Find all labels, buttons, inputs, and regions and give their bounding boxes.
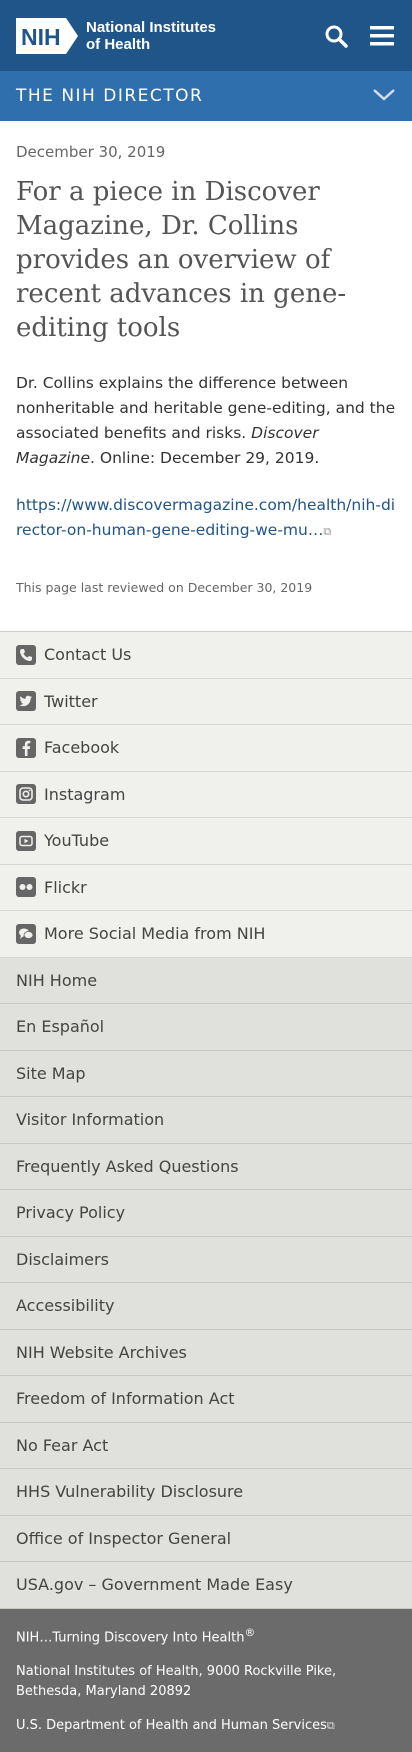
social-item-label: Twitter — [44, 691, 98, 711]
footer-link-no-fear[interactable]: No Fear Act — [0, 1423, 412, 1469]
footer-link-hhs-vulnerability[interactable]: HHS Vulnerability Disclosure — [0, 1469, 412, 1516]
footer-link-visitor-info[interactable]: Visitor Information — [0, 1097, 412, 1144]
instagram-icon — [16, 784, 36, 805]
phone-icon — [16, 644, 36, 665]
footer-links: NIH Home En Español Site Map Visitor Inf… — [0, 957, 412, 1609]
footer-tagline: NIH…Turning Discovery Into Health® — [16, 1623, 396, 1648]
footer-hhs-text: U.S. Department of Health and Human Serv… — [16, 1717, 327, 1733]
logo-wordmark: National Institutes of Health — [86, 19, 216, 53]
section-bar[interactable]: THE NIH DIRECTOR — [0, 71, 412, 121]
footer-link-site-map[interactable]: Site Map — [0, 1051, 412, 1097]
social-item-flickr[interactable]: Flickr — [0, 865, 412, 911]
logo-abbr: NIH — [21, 24, 61, 50]
header-actions — [322, 22, 396, 50]
chat-icon — [16, 923, 36, 944]
footer-tagline-text: NIH…Turning Discovery Into Health — [16, 1629, 245, 1645]
external-link-icon: ⧉ — [326, 1718, 335, 1732]
chevron-down-icon[interactable] — [372, 87, 396, 106]
logo-line-2: of Health — [86, 35, 151, 53]
social-item-instagram[interactable]: Instagram — [0, 772, 412, 818]
article: December 30, 2019 For a piece in Discove… — [0, 121, 412, 631]
social-item-contact[interactable]: Contact Us — [0, 632, 412, 679]
footer-link-usa-gov[interactable]: USA.gov – Government Made Easy — [0, 1562, 412, 1609]
social-item-youtube[interactable]: YouTube — [0, 818, 412, 865]
youtube-icon — [16, 830, 36, 851]
footer-hhs[interactable]: U.S. Department of Health and Human Serv… — [16, 1716, 396, 1736]
article-body: Dr. Collins explains the difference betw… — [16, 371, 396, 471]
search-icon[interactable] — [322, 22, 350, 50]
logo-line-1: National Institutes — [86, 18, 217, 36]
last-reviewed: This page last reviewed on December 30, … — [16, 580, 313, 595]
social-item-more-social[interactable]: More Social Media from NIH — [0, 911, 412, 958]
nih-logo-badge: NIH — [16, 17, 78, 54]
nih-logo[interactable]: NIH National Institutes of Health — [16, 17, 216, 54]
twitter-icon — [16, 691, 36, 712]
footer-link-foia[interactable]: Freedom of Information Act — [0, 1376, 412, 1423]
facebook-icon — [16, 737, 36, 758]
social-item-label: YouTube — [44, 831, 110, 851]
social-item-label: Instagram — [44, 784, 126, 804]
flickr-icon — [16, 877, 36, 898]
article-link-text: https://www.discovermagazine.com/health/… — [16, 496, 396, 539]
social-item-label: Facebook — [44, 738, 120, 758]
footer-link-disclaimers[interactable]: Disclaimers — [0, 1237, 412, 1283]
footer-link-nih-home[interactable]: NIH Home — [0, 958, 412, 1004]
social-item-label: More Social Media from NIH — [44, 924, 266, 944]
external-link-icon: ⧉ — [323, 525, 332, 538]
footer-link-archives[interactable]: NIH Website Archives — [0, 1330, 412, 1376]
footer-link-faq[interactable]: Frequently Asked Questions — [0, 1144, 412, 1190]
social-item-twitter[interactable]: Twitter — [0, 679, 412, 725]
article-headline: For a piece in Discover Magazine, Dr. Co… — [16, 177, 347, 343]
footer-address: National Institutes of Health, 9000 Rock… — [16, 1663, 337, 1699]
social-item-label: Flickr — [44, 877, 87, 897]
top-header: NIH National Institutes of Health — [0, 0, 412, 71]
body-text-2: . Online: December 29, 2019. — [90, 449, 320, 467]
social-links: Contact Us Twitter Facebook Instagram Yo… — [0, 631, 412, 958]
footer-link-espanol[interactable]: En Español — [0, 1004, 412, 1051]
article-date: December 30, 2019 — [16, 143, 166, 161]
site-footer: NIH…Turning Discovery Into Health® Natio… — [0, 1608, 412, 1752]
footer-link-privacy[interactable]: Privacy Policy — [0, 1190, 412, 1237]
registered-mark: ® — [244, 1625, 256, 1639]
footer-link-oig[interactable]: Office of Inspector General — [0, 1516, 412, 1562]
article-link[interactable]: https://www.discovermagazine.com/health/… — [16, 493, 396, 544]
social-item-facebook[interactable]: Facebook — [0, 725, 412, 772]
body-text-1: Dr. Collins explains the difference betw… — [16, 374, 396, 442]
menu-icon[interactable] — [368, 22, 396, 50]
section-title: THE NIH DIRECTOR — [16, 86, 204, 106]
footer-link-accessibility[interactable]: Accessibility — [0, 1283, 412, 1330]
social-item-label: Contact Us — [44, 645, 132, 665]
